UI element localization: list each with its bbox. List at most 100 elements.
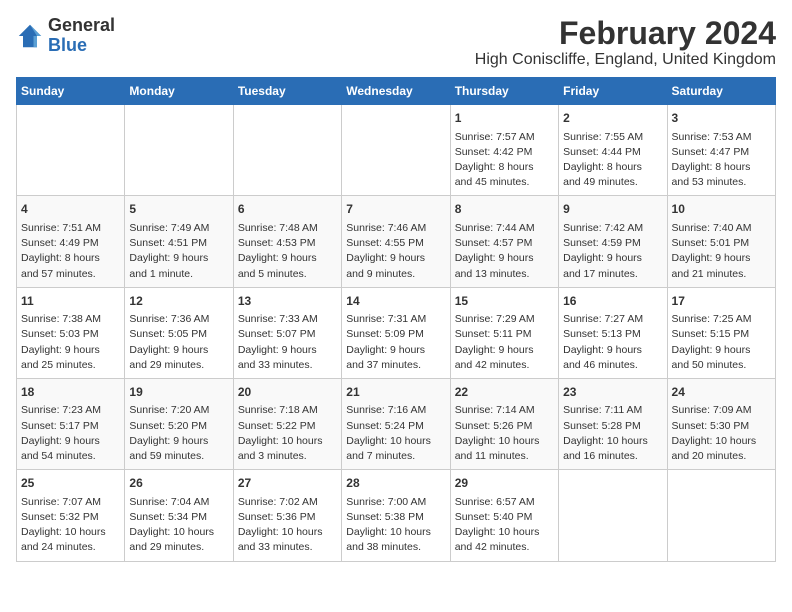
calendar-cell: 9Sunrise: 7:42 AM Sunset: 4:59 PM Daylig… [559, 196, 667, 287]
day-info: Sunrise: 7:49 AM Sunset: 4:51 PM Dayligh… [129, 221, 228, 282]
logo-text: General Blue [48, 16, 115, 56]
day-info: Sunrise: 7:38 AM Sunset: 5:03 PM Dayligh… [21, 312, 120, 373]
day-info: Sunrise: 7:46 AM Sunset: 4:55 PM Dayligh… [346, 221, 445, 282]
day-number: 16 [563, 293, 662, 310]
calendar-cell: 23 Sunrise: 7:11 AM Sunset: 5:28 PM Dayli… [559, 378, 667, 469]
day-info: Sunrise: 7:18 AM Sunset: 5:22 PM Dayligh… [238, 403, 337, 464]
logo: General Blue [16, 16, 115, 56]
day-info: Sunrise: 7:29 AM Sunset: 5:11 PM Dayligh… [455, 312, 554, 373]
day-number: 7 [346, 201, 445, 218]
day-number: 3 [672, 110, 771, 127]
calendar-cell: 13 Sunrise: 7:33 AM Sunset: 5:07 PM Dayli… [233, 287, 341, 378]
day-info: Sunrise: 7:07 AM Sunset: 5:32 PM Dayligh… [21, 495, 120, 556]
day-number: 25 [21, 475, 120, 492]
calendar-week-row: 11Sunrise: 7:38 AM Sunset: 5:03 PM Dayli… [17, 287, 776, 378]
day-info: Sunrise: 7:27 AM Sunset: 5:13 PM Dayligh… [563, 312, 662, 373]
calendar-cell [125, 105, 233, 196]
day-number: 14 [346, 293, 445, 310]
calendar-cell [342, 105, 450, 196]
calendar-cell: 19 Sunrise: 7:20 AM Sunset: 5:20 PM Dayli… [125, 378, 233, 469]
calendar-table: SundayMondayTuesdayWednesdayThursdayFrid… [16, 77, 776, 561]
calendar-cell: 7 Sunrise: 7:46 AM Sunset: 4:55 PM Daylig… [342, 196, 450, 287]
calendar-cell: 24 Sunrise: 7:09 AM Sunset: 5:30 PM Dayli… [667, 378, 775, 469]
day-number: 29 [455, 475, 554, 492]
day-number: 19 [129, 384, 228, 401]
day-number: 27 [238, 475, 337, 492]
day-number: 4 [21, 201, 120, 218]
day-info: Sunrise: 7:11 AM Sunset: 5:28 PM Dayligh… [563, 403, 662, 464]
day-info: Sunrise: 7:48 AM Sunset: 4:53 PM Dayligh… [238, 221, 337, 282]
calendar-body: 1 Sunrise: 7:57 AM Sunset: 4:42 PM Daylig… [17, 105, 776, 561]
day-number: 23 [563, 384, 662, 401]
calendar-cell [233, 105, 341, 196]
day-info: Sunrise: 6:57 AM Sunset: 5:40 PM Dayligh… [455, 495, 554, 556]
calendar-cell: 21Sunrise: 7:16 AM Sunset: 5:24 PM Dayli… [342, 378, 450, 469]
calendar-week-row: 25 Sunrise: 7:07 AM Sunset: 5:32 PM Dayli… [17, 470, 776, 561]
day-info: Sunrise: 7:20 AM Sunset: 5:20 PM Dayligh… [129, 403, 228, 464]
day-info: Sunrise: 7:16 AM Sunset: 5:24 PM Dayligh… [346, 403, 445, 464]
day-info: Sunrise: 7:57 AM Sunset: 4:42 PM Dayligh… [455, 130, 554, 191]
day-info: Sunrise: 7:42 AM Sunset: 4:59 PM Dayligh… [563, 221, 662, 282]
day-number: 26 [129, 475, 228, 492]
calendar-header: SundayMondayTuesdayWednesdayThursdayFrid… [17, 78, 776, 105]
calendar-cell [667, 470, 775, 561]
calendar-cell [559, 470, 667, 561]
weekday-header: Saturday [667, 78, 775, 105]
calendar-cell: 20 Sunrise: 7:18 AM Sunset: 5:22 PM Dayli… [233, 378, 341, 469]
day-info: Sunrise: 7:31 AM Sunset: 5:09 PM Dayligh… [346, 312, 445, 373]
day-number: 1 [455, 110, 554, 127]
title-section: February 2024 High Coniscliffe, England,… [475, 16, 776, 69]
calendar-cell: 28 Sunrise: 7:00 AM Sunset: 5:38 PM Dayli… [342, 470, 450, 561]
day-info: Sunrise: 7:44 AM Sunset: 4:57 PM Dayligh… [455, 221, 554, 282]
day-info: Sunrise: 7:53 AM Sunset: 4:47 PM Dayligh… [672, 130, 771, 191]
calendar-cell: 18Sunrise: 7:23 AM Sunset: 5:17 PM Dayli… [17, 378, 125, 469]
calendar-cell: 6 Sunrise: 7:48 AM Sunset: 4:53 PM Daylig… [233, 196, 341, 287]
day-number: 15 [455, 293, 554, 310]
day-info: Sunrise: 7:09 AM Sunset: 5:30 PM Dayligh… [672, 403, 771, 464]
day-info: Sunrise: 7:04 AM Sunset: 5:34 PM Dayligh… [129, 495, 228, 556]
day-number: 20 [238, 384, 337, 401]
calendar-cell: 8 Sunrise: 7:44 AM Sunset: 4:57 PM Daylig… [450, 196, 558, 287]
day-info: Sunrise: 7:51 AM Sunset: 4:49 PM Dayligh… [21, 221, 120, 282]
calendar-cell: 25 Sunrise: 7:07 AM Sunset: 5:32 PM Dayli… [17, 470, 125, 561]
day-info: Sunrise: 7:40 AM Sunset: 5:01 PM Dayligh… [672, 221, 771, 282]
calendar-cell: 2 Sunrise: 7:55 AM Sunset: 4:44 PM Daylig… [559, 105, 667, 196]
day-number: 28 [346, 475, 445, 492]
day-number: 5 [129, 201, 228, 218]
weekday-row: SundayMondayTuesdayWednesdayThursdayFrid… [17, 78, 776, 105]
calendar-week-row: 18Sunrise: 7:23 AM Sunset: 5:17 PM Dayli… [17, 378, 776, 469]
calendar-cell: 26 Sunrise: 7:04 AM Sunset: 5:34 PM Dayli… [125, 470, 233, 561]
logo-icon [16, 22, 44, 50]
calendar-cell [17, 105, 125, 196]
day-info: Sunrise: 7:23 AM Sunset: 5:17 PM Dayligh… [21, 403, 120, 464]
calendar-cell: 10Sunrise: 7:40 AM Sunset: 5:01 PM Dayli… [667, 196, 775, 287]
day-number: 12 [129, 293, 228, 310]
day-number: 8 [455, 201, 554, 218]
day-info: Sunrise: 7:25 AM Sunset: 5:15 PM Dayligh… [672, 312, 771, 373]
calendar-cell: 1 Sunrise: 7:57 AM Sunset: 4:42 PM Daylig… [450, 105, 558, 196]
calendar-cell: 22Sunrise: 7:14 AM Sunset: 5:26 PM Dayli… [450, 378, 558, 469]
day-number: 17 [672, 293, 771, 310]
calendar-cell: 15 Sunrise: 7:29 AM Sunset: 5:11 PM Dayli… [450, 287, 558, 378]
weekday-header: Wednesday [342, 78, 450, 105]
day-number: 2 [563, 110, 662, 127]
logo-general: General [48, 15, 115, 35]
day-info: Sunrise: 7:00 AM Sunset: 5:38 PM Dayligh… [346, 495, 445, 556]
day-info: Sunrise: 7:02 AM Sunset: 5:36 PM Dayligh… [238, 495, 337, 556]
calendar-subtitle: High Coniscliffe, England, United Kingdo… [475, 51, 776, 69]
calendar-title: February 2024 [475, 16, 776, 51]
calendar-cell: 17 Sunrise: 7:25 AM Sunset: 5:15 PM Dayli… [667, 287, 775, 378]
calendar-cell: 14 Sunrise: 7:31 AM Sunset: 5:09 PM Dayli… [342, 287, 450, 378]
calendar-cell: 11Sunrise: 7:38 AM Sunset: 5:03 PM Dayli… [17, 287, 125, 378]
day-info: Sunrise: 7:14 AM Sunset: 5:26 PM Dayligh… [455, 403, 554, 464]
calendar-cell: 3 Sunrise: 7:53 AM Sunset: 4:47 PM Daylig… [667, 105, 775, 196]
day-info: Sunrise: 7:36 AM Sunset: 5:05 PM Dayligh… [129, 312, 228, 373]
calendar-cell: 27 Sunrise: 7:02 AM Sunset: 5:36 PM Dayli… [233, 470, 341, 561]
day-number: 6 [238, 201, 337, 218]
day-info: Sunrise: 7:55 AM Sunset: 4:44 PM Dayligh… [563, 130, 662, 191]
weekday-header: Tuesday [233, 78, 341, 105]
day-info: Sunrise: 7:33 AM Sunset: 5:07 PM Dayligh… [238, 312, 337, 373]
day-number: 24 [672, 384, 771, 401]
day-number: 13 [238, 293, 337, 310]
weekday-header: Sunday [17, 78, 125, 105]
